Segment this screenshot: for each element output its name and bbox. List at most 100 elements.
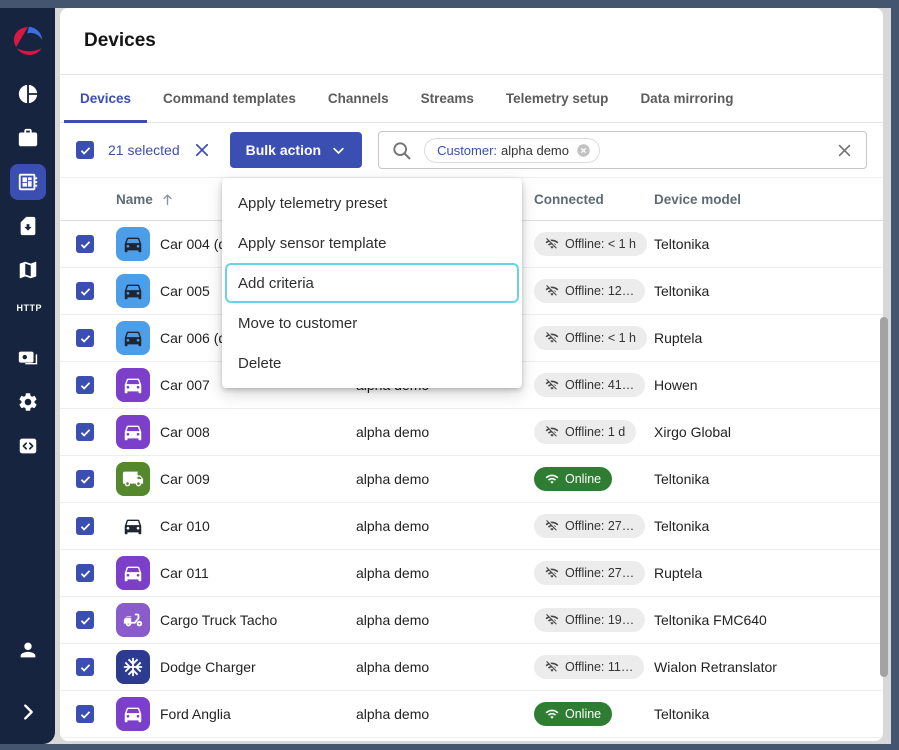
column-header-connected[interactable]: Connected bbox=[534, 192, 654, 207]
device-model: Teltonika bbox=[654, 471, 883, 487]
device-customer: alpha demo bbox=[356, 706, 534, 722]
menu-item[interactable]: Apply sensor template bbox=[222, 223, 522, 263]
connection-status-label: Offline: < 1 h bbox=[565, 331, 636, 345]
tab[interactable]: Command templates bbox=[147, 75, 312, 122]
wifi-status-icon bbox=[545, 331, 559, 345]
sidebar-item-icon: HTTP bbox=[17, 303, 39, 325]
connection-status-badge: Offline: 12… bbox=[534, 279, 645, 303]
chevron-down-icon bbox=[331, 143, 346, 158]
row-checkbox[interactable] bbox=[76, 705, 94, 723]
sidebar-item[interactable] bbox=[10, 252, 46, 288]
row-checkbox[interactable] bbox=[76, 611, 94, 629]
tab[interactable]: Channels bbox=[312, 75, 405, 122]
table-row[interactable]: Dodge Charger alpha demo Offline: 11… Wi… bbox=[60, 644, 883, 691]
sidebar-item[interactable] bbox=[10, 164, 46, 200]
device-model: Teltonika bbox=[654, 518, 883, 534]
menu-item[interactable]: Add criteria bbox=[225, 263, 519, 303]
column-header-model[interactable]: Device model bbox=[654, 192, 883, 207]
row-checkbox[interactable] bbox=[76, 564, 94, 582]
sidebar-item-account[interactable] bbox=[10, 632, 46, 668]
sidebar-expand-button[interactable] bbox=[10, 694, 46, 730]
connection-status-label: Online bbox=[565, 472, 601, 486]
menu-item-label: Move to customer bbox=[238, 315, 357, 332]
row-checkbox[interactable] bbox=[76, 376, 94, 394]
device-type-icon bbox=[116, 650, 150, 684]
sidebar-item[interactable] bbox=[10, 340, 46, 376]
tab-bar: Devices Command templates Channels Strea… bbox=[60, 75, 883, 123]
wifi-status-icon bbox=[545, 378, 559, 392]
table-row[interactable]: Car 010 alpha demo Offline: 27… Teltonik… bbox=[60, 503, 883, 550]
sidebar-item[interactable] bbox=[10, 208, 46, 244]
connection-status-label: Offline: 1 d bbox=[565, 425, 625, 439]
device-name: Cargo Truck Tacho bbox=[160, 612, 356, 628]
bulk-action-label: Bulk action bbox=[246, 142, 321, 158]
row-checkbox[interactable] bbox=[76, 282, 94, 300]
tab-label: Command templates bbox=[163, 91, 296, 106]
table-row[interactable]: Car 011 alpha demo Offline: 27… Ruptela bbox=[60, 550, 883, 597]
clear-selection-button[interactable] bbox=[192, 140, 212, 160]
flespi-logo-icon[interactable] bbox=[9, 22, 47, 60]
menu-item[interactable]: Delete bbox=[222, 343, 522, 383]
sidebar-item[interactable] bbox=[10, 428, 46, 464]
connection-status-label: Online bbox=[565, 707, 601, 721]
connection-status-badge: Offline: 11… bbox=[534, 655, 644, 679]
sidebar-item[interactable] bbox=[10, 120, 46, 156]
device-type-icon bbox=[116, 274, 150, 308]
connection-status-label: Offline: 41… bbox=[565, 378, 634, 392]
sidebar-item-icon bbox=[17, 215, 39, 237]
wifi-status-icon bbox=[545, 284, 559, 298]
devices-panel: Devices Devices Command templates Channe… bbox=[60, 8, 883, 741]
menu-item-label: Delete bbox=[238, 355, 281, 372]
sidebar-item-icon bbox=[17, 435, 39, 457]
tab-label: Channels bbox=[328, 91, 389, 106]
table-row[interactable]: Car 009 alpha demo Online Teltonika bbox=[60, 456, 883, 503]
device-model: Xirgo Global bbox=[654, 424, 883, 440]
device-customer: alpha demo bbox=[356, 612, 534, 628]
wifi-status-icon bbox=[545, 472, 559, 486]
menu-item-label: Apply sensor template bbox=[238, 235, 386, 252]
tab[interactable]: Devices bbox=[64, 75, 147, 122]
bulk-action-button[interactable]: Bulk action bbox=[230, 132, 362, 168]
tab-label: Telemetry setup bbox=[506, 91, 609, 106]
clear-search-button[interactable] bbox=[834, 140, 854, 160]
sidebar-item-icon bbox=[17, 391, 39, 413]
remove-filter-icon[interactable] bbox=[576, 143, 591, 158]
device-name: Car 011 bbox=[160, 565, 356, 581]
device-type-icon bbox=[116, 368, 150, 402]
device-type-icon bbox=[116, 321, 150, 355]
sidebar-item[interactable] bbox=[10, 384, 46, 420]
sidebar-item-icon bbox=[17, 347, 39, 369]
sidebar-item[interactable]: HTTP bbox=[10, 296, 46, 332]
connection-status-label: Offline: 11… bbox=[565, 660, 633, 674]
device-name: Car 009 bbox=[160, 471, 356, 487]
row-checkbox[interactable] bbox=[76, 470, 94, 488]
selected-count: 21 selected bbox=[108, 142, 180, 158]
row-checkbox[interactable] bbox=[76, 517, 94, 535]
tab[interactable]: Streams bbox=[405, 75, 490, 122]
row-checkbox[interactable] bbox=[76, 423, 94, 441]
search-input[interactable]: Customer: alpha demo bbox=[378, 131, 867, 169]
sidebar-item-icon bbox=[17, 83, 39, 105]
vertical-scrollbar-thumb[interactable] bbox=[880, 317, 888, 677]
menu-item[interactable]: Move to customer bbox=[222, 303, 522, 343]
device-model: Teltonika bbox=[654, 236, 883, 252]
row-checkbox[interactable] bbox=[76, 658, 94, 676]
table-row[interactable]: Ford Anglia alpha demo Online Teltonika bbox=[60, 691, 883, 738]
device-type-icon bbox=[116, 415, 150, 449]
select-all-checkbox[interactable] bbox=[76, 141, 94, 159]
wifi-status-icon bbox=[545, 425, 559, 439]
row-checkbox[interactable] bbox=[76, 235, 94, 253]
device-name: Ford Anglia bbox=[160, 706, 356, 722]
table-row[interactable]: Car 008 alpha demo Offline: 1 d Xirgo Gl… bbox=[60, 409, 883, 456]
menu-item[interactable]: Apply telemetry preset bbox=[222, 183, 522, 223]
connection-status-label: Offline: 27… bbox=[565, 566, 634, 580]
tab-label: Streams bbox=[421, 91, 474, 106]
filter-chip[interactable]: Customer: alpha demo bbox=[424, 138, 600, 163]
connection-status-badge: Offline: 41… bbox=[534, 373, 645, 397]
tab[interactable]: Data mirroring bbox=[624, 75, 749, 122]
row-checkbox[interactable] bbox=[76, 329, 94, 347]
tab[interactable]: Telemetry setup bbox=[490, 75, 625, 122]
device-model: Teltonika bbox=[654, 706, 883, 722]
sidebar-item[interactable] bbox=[10, 76, 46, 112]
table-row[interactable]: Cargo Truck Tacho alpha demo Offline: 19… bbox=[60, 597, 883, 644]
